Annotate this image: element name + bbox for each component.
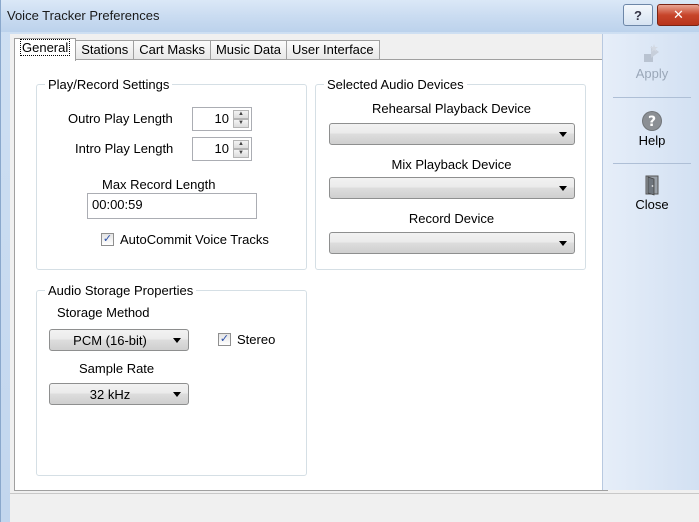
mix-device-select[interactable] bbox=[329, 177, 575, 199]
outro-play-length-label: Outro Play Length bbox=[68, 111, 173, 126]
rehearsal-device-label: Rehearsal Playback Device bbox=[372, 101, 531, 116]
group-legend: Play/Record Settings bbox=[45, 77, 173, 92]
spin-down-icon[interactable]: ▼ bbox=[233, 149, 249, 158]
spin-up-icon[interactable]: ▲ bbox=[233, 110, 249, 119]
close-label: Close bbox=[635, 197, 669, 212]
sidebar-separator bbox=[613, 97, 691, 98]
sidebar-separator bbox=[613, 163, 691, 164]
command-sidebar: Apply ? Help Close bbox=[602, 34, 699, 490]
help-icon: ? bbox=[642, 111, 662, 131]
max-record-length-label: Max Record Length bbox=[102, 177, 216, 192]
title-bar: Voice Tracker Preferences ? ✕ bbox=[1, 0, 699, 32]
tab-label: Stations bbox=[81, 42, 129, 57]
apply-label: Apply bbox=[635, 66, 669, 81]
dialog-client: General Stations Cart Masks Music Data U… bbox=[10, 34, 699, 522]
sample-rate-label: Sample Rate bbox=[79, 361, 155, 376]
apply-icon bbox=[644, 44, 659, 62]
group-legend: Selected Audio Devices bbox=[324, 77, 467, 92]
audio-storage-group: Audio Storage Properties Storage Method … bbox=[36, 283, 307, 476]
storage-method-label: Storage Method bbox=[57, 305, 150, 320]
question-icon: ? bbox=[634, 7, 642, 23]
chevron-down-icon bbox=[559, 132, 567, 137]
tab-general[interactable]: General bbox=[14, 38, 77, 61]
autocommit-checkbox[interactable]: ✓ bbox=[101, 233, 114, 246]
storage-method-select[interactable]: PCM (16-bit) bbox=[49, 329, 189, 351]
intro-play-length-spinner[interactable]: 10 ▲ ▼ bbox=[192, 137, 252, 161]
general-tab-panel: Play/Record Settings Outro Play Length 1… bbox=[14, 59, 608, 491]
audio-devices-group: Selected Audio Devices Rehearsal Playbac… bbox=[315, 77, 586, 270]
tab-label: Music Data bbox=[215, 42, 281, 57]
chevron-down-icon bbox=[173, 392, 181, 397]
help-label: Help bbox=[638, 133, 666, 148]
chevron-down-icon bbox=[173, 338, 181, 343]
stereo-checkbox[interactable]: ✓ bbox=[218, 333, 231, 346]
chevron-down-icon bbox=[559, 241, 567, 246]
rehearsal-device-select[interactable] bbox=[329, 123, 575, 145]
group-legend: Audio Storage Properties bbox=[45, 283, 197, 298]
select-value: 32 kHz bbox=[89, 387, 131, 402]
record-device-label: Record Device bbox=[408, 211, 495, 226]
spinner-value: 10 bbox=[214, 111, 229, 126]
tab-label: User Interface bbox=[292, 42, 374, 57]
apply-button[interactable]: Apply bbox=[603, 42, 699, 81]
outro-play-length-spinner[interactable]: 10 ▲ ▼ bbox=[192, 107, 252, 131]
chevron-down-icon bbox=[559, 186, 567, 191]
door-icon bbox=[645, 175, 659, 196]
sample-rate-select[interactable]: 32 kHz bbox=[49, 383, 189, 405]
help-title-button[interactable]: ? bbox=[623, 4, 653, 26]
tab-music-data[interactable]: Music Data bbox=[209, 40, 287, 60]
tab-stations[interactable]: Stations bbox=[75, 40, 135, 60]
preferences-window: Voice Tracker Preferences ? ✕ General St… bbox=[0, 0, 699, 522]
status-bar bbox=[10, 493, 699, 522]
play-record-group: Play/Record Settings Outro Play Length 1… bbox=[36, 77, 307, 270]
svg-text:?: ? bbox=[648, 114, 656, 130]
spin-down-icon[interactable]: ▼ bbox=[233, 119, 249, 128]
tab-user-interface[interactable]: User Interface bbox=[286, 40, 380, 60]
spinner-value: 10 bbox=[214, 141, 229, 156]
window-title: Voice Tracker Preferences bbox=[7, 8, 160, 23]
tab-cart-masks[interactable]: Cart Masks bbox=[133, 40, 211, 60]
stereo-label: Stereo bbox=[237, 332, 276, 347]
tab-label: Cart Masks bbox=[139, 42, 205, 57]
intro-play-length-label: Intro Play Length bbox=[75, 141, 174, 156]
close-icon: ✕ bbox=[673, 7, 684, 22]
autocommit-label: AutoCommit Voice Tracks bbox=[120, 232, 269, 247]
select-value: PCM (16-bit) bbox=[73, 333, 147, 348]
help-button[interactable]: ? Help bbox=[603, 109, 699, 148]
close-button[interactable]: Close bbox=[603, 173, 699, 212]
spin-up-icon[interactable]: ▲ bbox=[233, 140, 249, 149]
close-title-button[interactable]: ✕ bbox=[657, 4, 699, 26]
record-device-select[interactable] bbox=[329, 232, 575, 254]
tab-label: General bbox=[20, 39, 71, 56]
tab-strip: General Stations Cart Masks Music Data U… bbox=[14, 38, 380, 61]
max-record-length-input[interactable]: 00:00:59 bbox=[87, 193, 257, 219]
mix-device-label: Mix Playback Device bbox=[391, 157, 512, 172]
